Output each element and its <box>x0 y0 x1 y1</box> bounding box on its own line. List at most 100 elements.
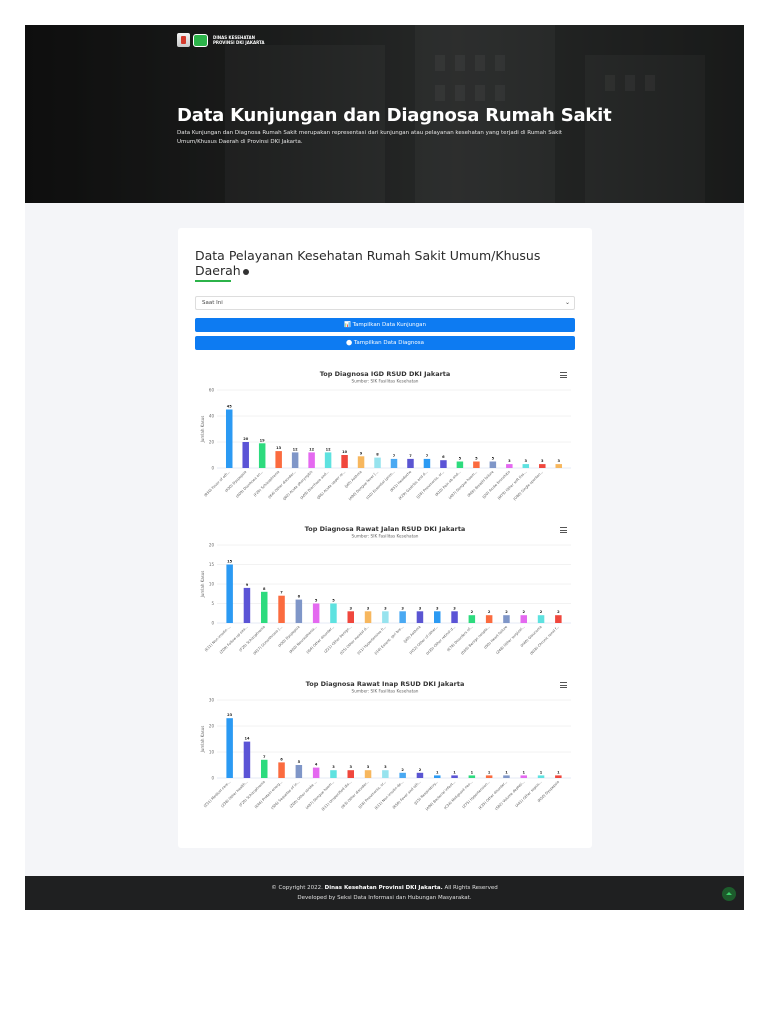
data-label: 2 <box>471 610 474 614</box>
chart-title: Top Diagnosa IGD RSUD DKI Jakarta <box>320 370 451 378</box>
chart-igd: Top Diagnosa IGD RSUD DKI Jakarta Sumber:… <box>195 368 575 518</box>
chart-menu-icon[interactable] <box>560 372 567 378</box>
data-label: 3 <box>349 765 352 769</box>
x-tick-label: (O80) Single spontan... <box>513 470 544 501</box>
bar <box>357 456 365 468</box>
bar <box>399 772 406 778</box>
bar <box>555 775 562 778</box>
chart-subtitle: Sumber: SIK Fasilitas Kesehatan <box>352 534 419 539</box>
bar <box>407 458 414 468</box>
bar <box>416 772 424 778</box>
page-frame: DINAS KESEHATAN PROVINSI DKI JAKARTA Dat… <box>25 25 744 910</box>
y-axis-label: Jumlah Kasus <box>200 726 205 754</box>
show-visits-button[interactable]: 📊 Tampilkan Data Kunjungan <box>195 318 575 332</box>
bar <box>312 767 320 778</box>
y-tick-label: 15 <box>209 562 215 567</box>
chevron-down-icon: ⌄ <box>564 299 570 306</box>
bar <box>278 762 285 778</box>
chart-subtitle: Sumber: SIK Fasilitas Kesehatan <box>352 379 419 384</box>
x-tick-label: (M17) Gonarthrosis [... <box>252 625 283 656</box>
data-label: 1 <box>540 770 543 774</box>
bar <box>258 443 266 468</box>
bar <box>226 564 233 623</box>
bar <box>324 452 332 468</box>
brand-logo[interactable]: DINAS KESEHATAN PROVINSI DKI JAKARTA <box>177 33 265 47</box>
chart-menu-icon[interactable] <box>560 682 567 688</box>
bar <box>341 455 348 468</box>
data-label: 1 <box>436 770 439 774</box>
x-tick-label: (E11) Unspecified dia... <box>321 780 353 812</box>
bar <box>440 460 447 468</box>
chart-svg: Top Diagnosa Rawat Inap RSUD DKI Jakarta… <box>200 680 571 812</box>
data-label: 7 <box>409 454 412 458</box>
bar <box>226 718 233 778</box>
page-title: Data Kunjungan dan Diagnosa Rumah Sakit <box>177 105 612 126</box>
bar <box>537 615 545 623</box>
bar <box>243 587 251 623</box>
info-icon[interactable] <box>242 268 249 275</box>
data-label: 3 <box>401 606 404 610</box>
bar <box>423 458 431 468</box>
data-label: 10 <box>342 450 348 454</box>
bar <box>537 775 545 778</box>
data-label: 3 <box>453 606 456 610</box>
bar <box>468 615 476 623</box>
bar <box>520 615 527 623</box>
bar <box>347 611 354 623</box>
data-card: Data Pelayanan Kesehatan Rumah Sakit Umu… <box>178 228 592 848</box>
footer-developed: Developed by Seksi Data Informasi dan Hu… <box>297 895 472 901</box>
data-label: 3 <box>367 606 370 610</box>
data-label: 1 <box>557 770 560 774</box>
bar <box>295 765 303 778</box>
data-label: 1 <box>488 770 491 774</box>
y-tick-label: 20 <box>209 543 215 548</box>
x-tick-label: (R50) Fever of oth... <box>203 470 231 498</box>
chart-rawat-inap: Top Diagnosa Rawat Inap RSUD DKI Jakarta… <box>195 678 575 828</box>
data-label: 12 <box>293 447 299 451</box>
bar <box>434 775 441 778</box>
data-label: 3 <box>436 606 439 610</box>
data-label: 12 <box>309 447 315 451</box>
y-tick-label: 20 <box>209 724 215 729</box>
chart-rawat-jalan: Top Diagnosa Rawat Jalan RSUD DKI Jakart… <box>195 523 575 673</box>
x-tick-label: (J06) Acute upper re... <box>316 470 346 500</box>
data-label: 3 <box>349 606 352 610</box>
period-select-value: Saat Ini <box>202 300 223 306</box>
data-label: 3 <box>384 606 387 610</box>
x-tick-label: (K29) Gastritis and d... <box>398 470 429 501</box>
chart-subtitle: Sumber: SIK Fasilitas Kesehatan <box>352 689 419 694</box>
bar <box>261 759 268 778</box>
back-to-top-button[interactable] <box>722 887 736 901</box>
data-label: 5 <box>315 599 318 603</box>
data-label: 45 <box>227 405 233 409</box>
title-underline <box>195 280 231 282</box>
data-label: 2 <box>522 610 525 614</box>
show-diagnosis-button[interactable]: ⬤ Tampilkan Data Diagnosa <box>195 336 575 350</box>
bar <box>261 591 268 623</box>
x-tick-label: (J20) Acute bronchitis <box>482 470 512 500</box>
period-select[interactable]: Saat Ini ⌄ <box>195 296 575 310</box>
chart-title: Top Diagnosa Rawat Jalan RSUD DKI Jakart… <box>305 525 466 533</box>
bar <box>399 611 406 623</box>
data-label: 7 <box>263 755 266 759</box>
data-label: 1 <box>522 770 525 774</box>
data-label: 4 <box>315 763 318 767</box>
footer-rights: All Rights Reserved <box>444 885 498 891</box>
y-tick-label: 0 <box>211 776 214 781</box>
data-label: 3 <box>419 606 422 610</box>
data-label: 8 <box>376 453 379 457</box>
bar <box>308 452 315 468</box>
bar <box>468 775 476 778</box>
bar <box>382 611 389 623</box>
x-tick-label: (I10) Essential (prim... <box>365 470 395 500</box>
data-label: 2 <box>505 610 508 614</box>
y-tick-label: 10 <box>209 750 215 755</box>
data-label: 3 <box>558 459 561 463</box>
chart-menu-icon[interactable] <box>560 527 567 533</box>
bar <box>374 457 381 468</box>
data-label: 2 <box>488 610 491 614</box>
data-label: 3 <box>384 765 387 769</box>
bar <box>243 741 251 778</box>
bar <box>451 775 458 778</box>
bar <box>278 595 285 623</box>
